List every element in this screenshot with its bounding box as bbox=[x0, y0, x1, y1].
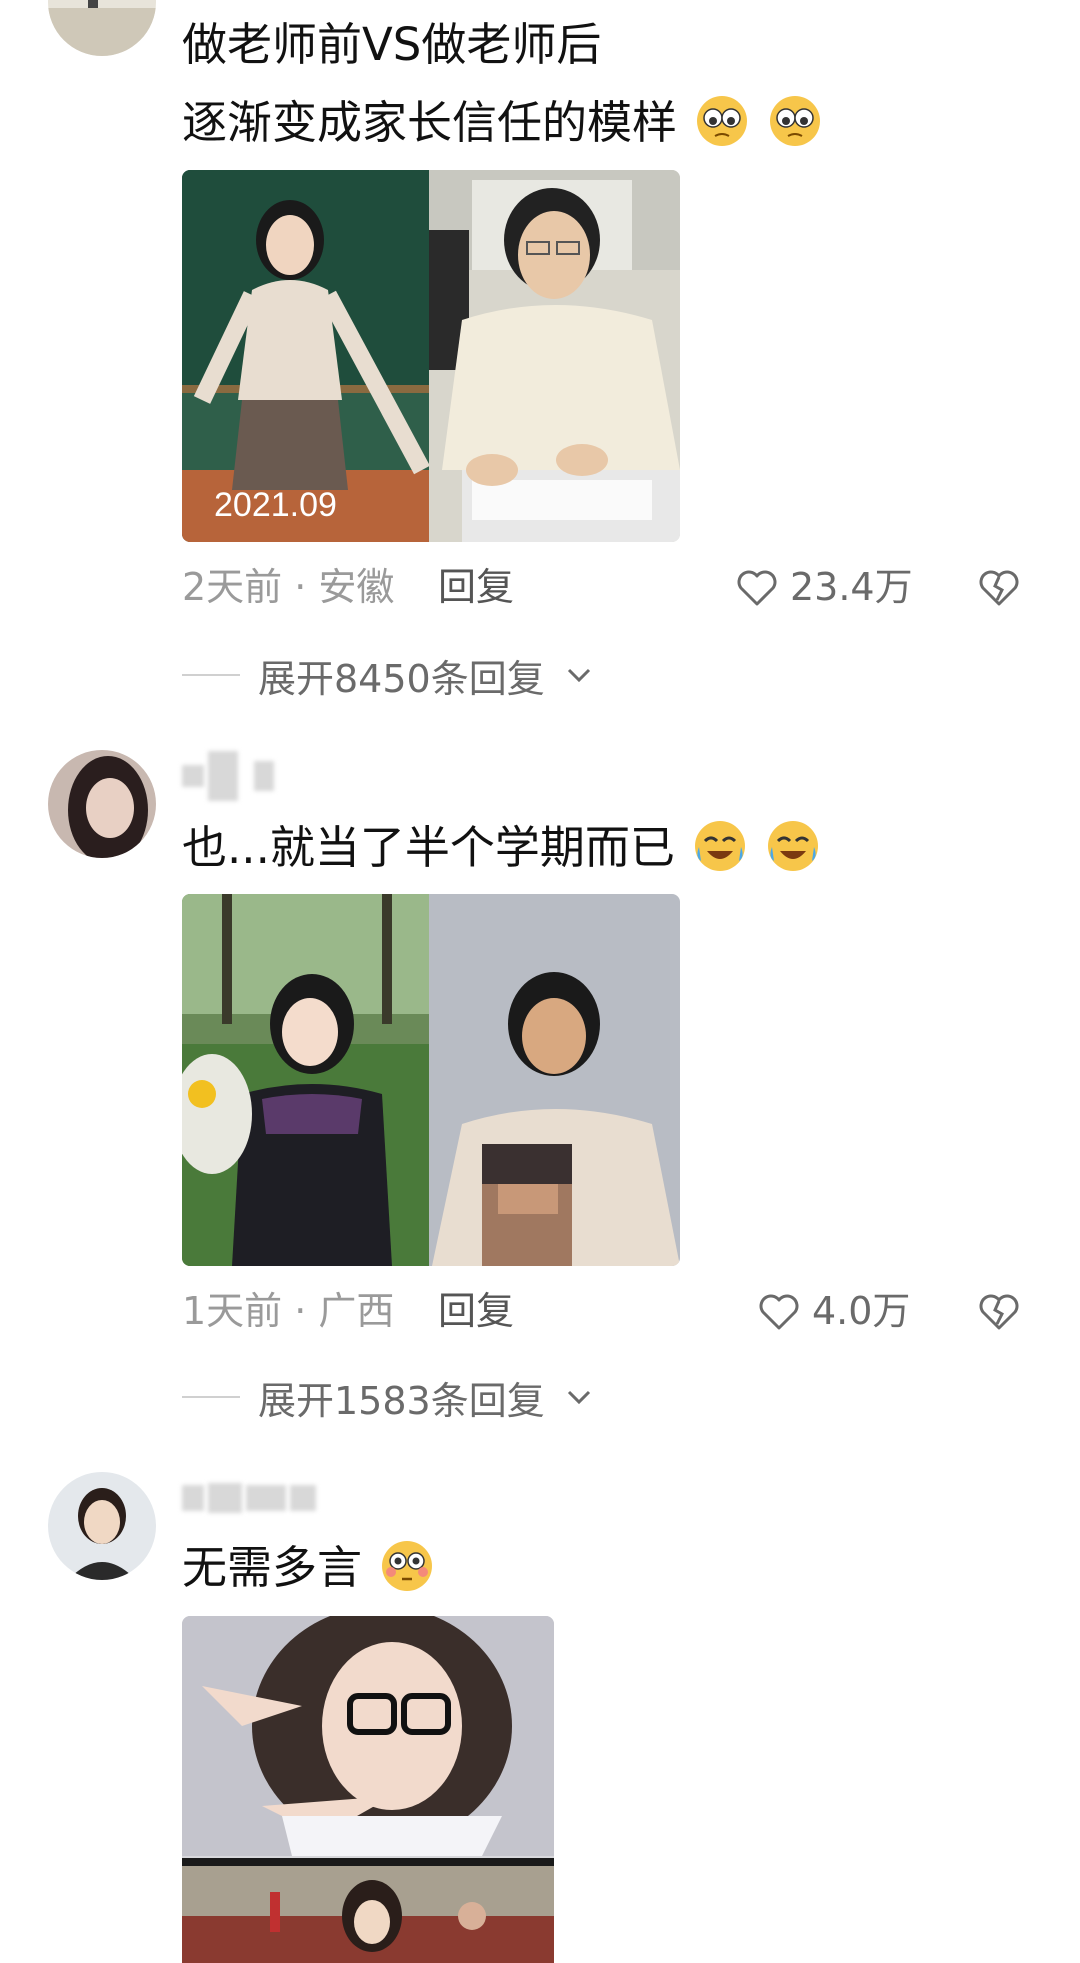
like-count: 4.0万 bbox=[812, 1289, 911, 1333]
expand-replies-button[interactable]: 展开8450条回复 bbox=[182, 650, 595, 701]
comment-2: 也...就当了半个学期而已 1天前 · 广西 回复 4.0万 bbox=[0, 740, 1080, 1360]
photo-caption: 2021.09 bbox=[214, 486, 337, 524]
time-location: 1天前 · 广西 bbox=[182, 1289, 395, 1333]
like-button[interactable]: 23.4万 bbox=[734, 562, 913, 612]
broken-heart-icon[interactable] bbox=[976, 1288, 1022, 1334]
comment-photo[interactable] bbox=[182, 894, 680, 1266]
avatar[interactable] bbox=[48, 1472, 156, 1580]
expand-replies-label: 展开1583条回复 bbox=[258, 1378, 545, 1423]
time-location: 2天前 · 安徽 bbox=[182, 565, 395, 609]
pleading-eyes-emoji-icon bbox=[697, 96, 748, 146]
comment-photo[interactable]: 2021.09 bbox=[182, 170, 680, 542]
avatar[interactable] bbox=[48, 750, 156, 858]
heart-outline-icon bbox=[759, 1294, 799, 1330]
username-blurred[interactable] bbox=[182, 1470, 316, 1526]
tears-of-joy-emoji-icon bbox=[695, 821, 746, 871]
heart-outline-icon bbox=[737, 570, 777, 606]
reply-button[interactable]: 回复 bbox=[438, 1286, 514, 1336]
chevron-down-icon bbox=[567, 668, 590, 683]
reply-button[interactable]: 回复 bbox=[438, 562, 514, 612]
divider-dash bbox=[182, 1396, 240, 1398]
comment-3: 无需多言 bbox=[0, 1470, 1080, 1963]
pleading-eyes-emoji-icon bbox=[769, 96, 820, 146]
username-blurred[interactable] bbox=[182, 748, 274, 804]
comment-photo[interactable] bbox=[182, 1616, 554, 1963]
tears-of-joy-emoji-icon bbox=[767, 821, 818, 871]
divider-dash bbox=[182, 674, 240, 676]
flushed-emoji-icon bbox=[382, 1541, 433, 1591]
comment-text-line-2: 逐渐变成家长信任的模样 bbox=[182, 93, 822, 153]
avatar[interactable] bbox=[48, 0, 156, 56]
expand-replies-button[interactable]: 展开1583条回复 bbox=[182, 1372, 595, 1423]
comment-text-line-1: 做老师前VS做老师后 bbox=[182, 18, 602, 71]
like-count: 23.4万 bbox=[790, 565, 913, 609]
chevron-down-icon bbox=[567, 1390, 590, 1405]
comment-1: 做老师前VS做老师后 逐渐变成家长信任的模样 2021.09 2天前 · 安徽 … bbox=[0, 0, 1080, 609]
broken-heart-icon[interactable] bbox=[976, 564, 1022, 610]
expand-replies-label: 展开8450条回复 bbox=[258, 656, 545, 701]
comment-text-line-1: 也...就当了半个学期而已 bbox=[182, 818, 820, 878]
comment-text-line-1: 无需多言 bbox=[182, 1538, 434, 1598]
like-button[interactable]: 4.0万 bbox=[756, 1286, 910, 1336]
